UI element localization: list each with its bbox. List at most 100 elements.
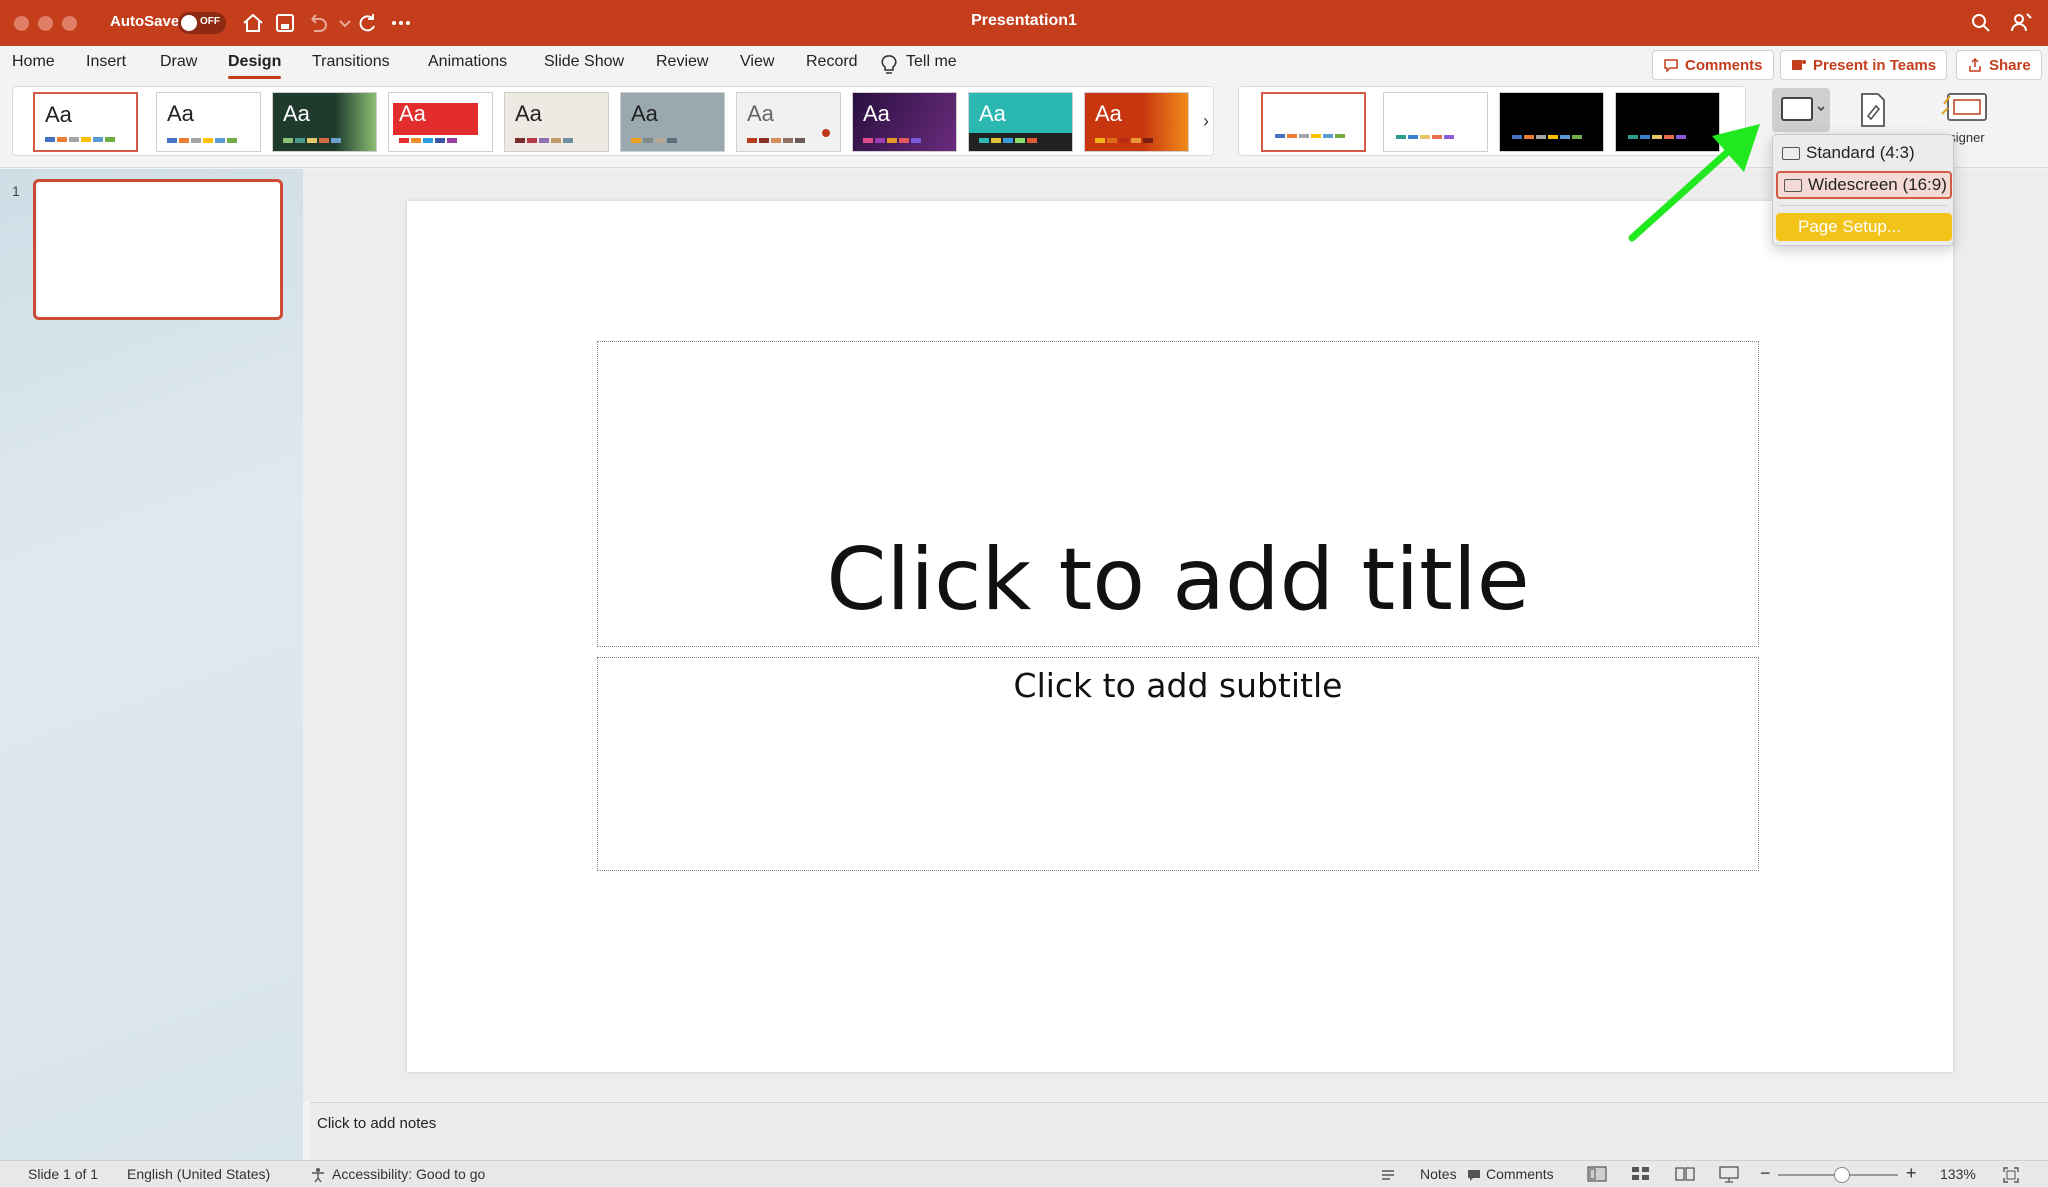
theme-purple[interactable]: Aa [852,92,957,152]
share-label: Share [1989,56,2031,74]
normal-view-icon[interactable] [1586,1165,1608,1183]
accessibility-icon [312,1168,324,1183]
ribbon-tabs: Home Insert Draw Design Transitions Anim… [0,46,2048,82]
undo-icon[interactable] [304,10,330,36]
tab-animations[interactable]: Animations [428,51,507,73]
notes-placeholder: Click to add notes [317,1115,437,1132]
notes-toggle[interactable]: Notes [1420,1166,1457,1182]
theme-color-bars [399,138,457,143]
theme-dot [822,129,830,137]
comments-toggle[interactable]: Comments [1486,1166,1554,1182]
autosave-toggle[interactable]: OFF [178,12,226,34]
theme-color-bars [863,138,921,143]
theme-preview-text: Aa [979,101,1006,126]
comment-icon [1468,1170,1480,1181]
tab-review[interactable]: Review [656,51,708,73]
fit-to-window-icon[interactable] [2002,1166,2020,1184]
tab-slide-show[interactable]: Slide Show [544,51,624,73]
slide-size-menu: Standard (4:3) Widescreen (16:9) Page Se… [1772,134,1954,246]
theme-preview-text: Aa [747,101,774,126]
tab-design[interactable]: Design [228,51,282,79]
theme-preview-text: Aa [515,101,542,126]
tab-view[interactable]: View [740,51,774,73]
theme-color-bars [1095,138,1153,143]
zoom-slider-knob[interactable] [1834,1167,1850,1183]
slide-size-button[interactable] [1772,88,1830,132]
slide-sorter-icon[interactable] [1630,1165,1652,1183]
menu-item-widescreen[interactable]: Widescreen (16:9) [1776,171,1952,199]
subtitle-placeholder[interactable]: Click to add subtitle [597,657,1759,871]
share-button[interactable]: Share [1956,50,2042,80]
menu-item-standard[interactable]: Standard (4:3) [1776,139,1952,167]
variant-1[interactable] [1261,92,1366,152]
tell-me-search[interactable]: Tell me [906,51,957,73]
menu-item-label: Page Setup... [1798,217,1902,236]
zoom-in-button[interactable]: + [1906,1163,1917,1184]
zoom-window-button[interactable] [62,16,77,31]
theme-teal[interactable]: Aa [968,92,1073,152]
theme-color-bars [45,137,115,142]
menu-item-label: Widescreen (16:9) [1808,175,1947,194]
share-person-icon[interactable] [2008,10,2034,36]
theme-dividend[interactable]: Aa [736,92,841,152]
tab-transitions[interactable]: Transitions [312,51,390,73]
accessibility-status[interactable]: Accessibility: Good to go [332,1166,485,1182]
notes-pane[interactable]: Click to add notes [310,1102,2048,1160]
share-icon [1969,57,1981,72]
theme-office[interactable]: Aa [33,92,138,152]
autosave-label: AutoSave [110,13,180,30]
zoom-level[interactable]: 133% [1940,1166,1976,1182]
theme-office-2[interactable]: Aa [156,92,261,152]
variant-color-bars [1396,135,1454,139]
slide-canvas[interactable]: Click to add title Click to add subtitle [407,201,1953,1072]
standard-size-icon [1782,146,1800,160]
tab-home[interactable]: Home [12,51,55,73]
search-icon[interactable] [1968,10,1994,36]
redo-icon[interactable] [354,10,380,36]
tab-draw[interactable]: Draw [160,51,197,73]
theme-ion[interactable]: Aa [504,92,609,152]
theme-organic[interactable]: Aa [272,92,377,152]
theme-preview-text: Aa [863,101,890,126]
theme-preview-text: Aa [45,102,72,127]
lightbulb-icon [881,55,897,74]
language-indicator[interactable]: English (United States) [127,1166,270,1182]
toggle-knob [181,15,197,31]
present-in-teams-label: Present in Teams [1813,56,1937,74]
title-placeholder[interactable]: Click to add title [597,341,1759,647]
slide-size-icon [1781,97,1825,121]
theme-color-bars [631,138,677,143]
theme-color-bars [167,138,237,143]
theme-red[interactable]: Aa [388,92,493,152]
zoom-out-button[interactable]: − [1760,1163,1771,1184]
tab-insert[interactable]: Insert [86,51,126,73]
theme-preview-text: Aa [631,101,658,126]
close-window-button[interactable] [14,16,29,31]
present-in-teams-button[interactable]: Present in Teams [1780,50,1948,80]
title-placeholder-text: Click to add title [826,530,1530,630]
slide-number: 1 [12,183,20,199]
slide-thumbnail[interactable] [33,179,283,320]
theme-color-bars [283,138,341,143]
notes-icon [1382,1170,1394,1180]
slide-show-icon[interactable] [1718,1165,1740,1183]
save-icon[interactable] [272,10,298,36]
menu-item-page-setup[interactable]: Page Setup... [1776,213,1952,241]
reading-view-icon[interactable] [1674,1165,1696,1183]
variant-3[interactable] [1499,92,1604,152]
home-icon[interactable] [240,10,266,36]
chevron-right-icon[interactable]: › [1203,111,1209,132]
more-icon[interactable] [388,10,414,36]
title-bar: AutoSave OFF Presentation1 [0,0,2048,46]
theme-slate[interactable]: Aa [620,92,725,152]
theme-orange[interactable]: Aa [1084,92,1189,152]
theme-preview-text: Aa [1095,101,1122,126]
format-background-icon[interactable] [1850,88,1894,132]
variant-color-bars [1512,135,1582,139]
menu-item-label: Standard (4:3) [1806,143,1915,162]
theme-preview-text: Aa [167,101,194,126]
tab-record[interactable]: Record [806,51,858,73]
minimize-window-button[interactable] [38,16,53,31]
variant-2[interactable] [1383,92,1488,152]
comments-button[interactable]: Comments [1652,50,1774,80]
